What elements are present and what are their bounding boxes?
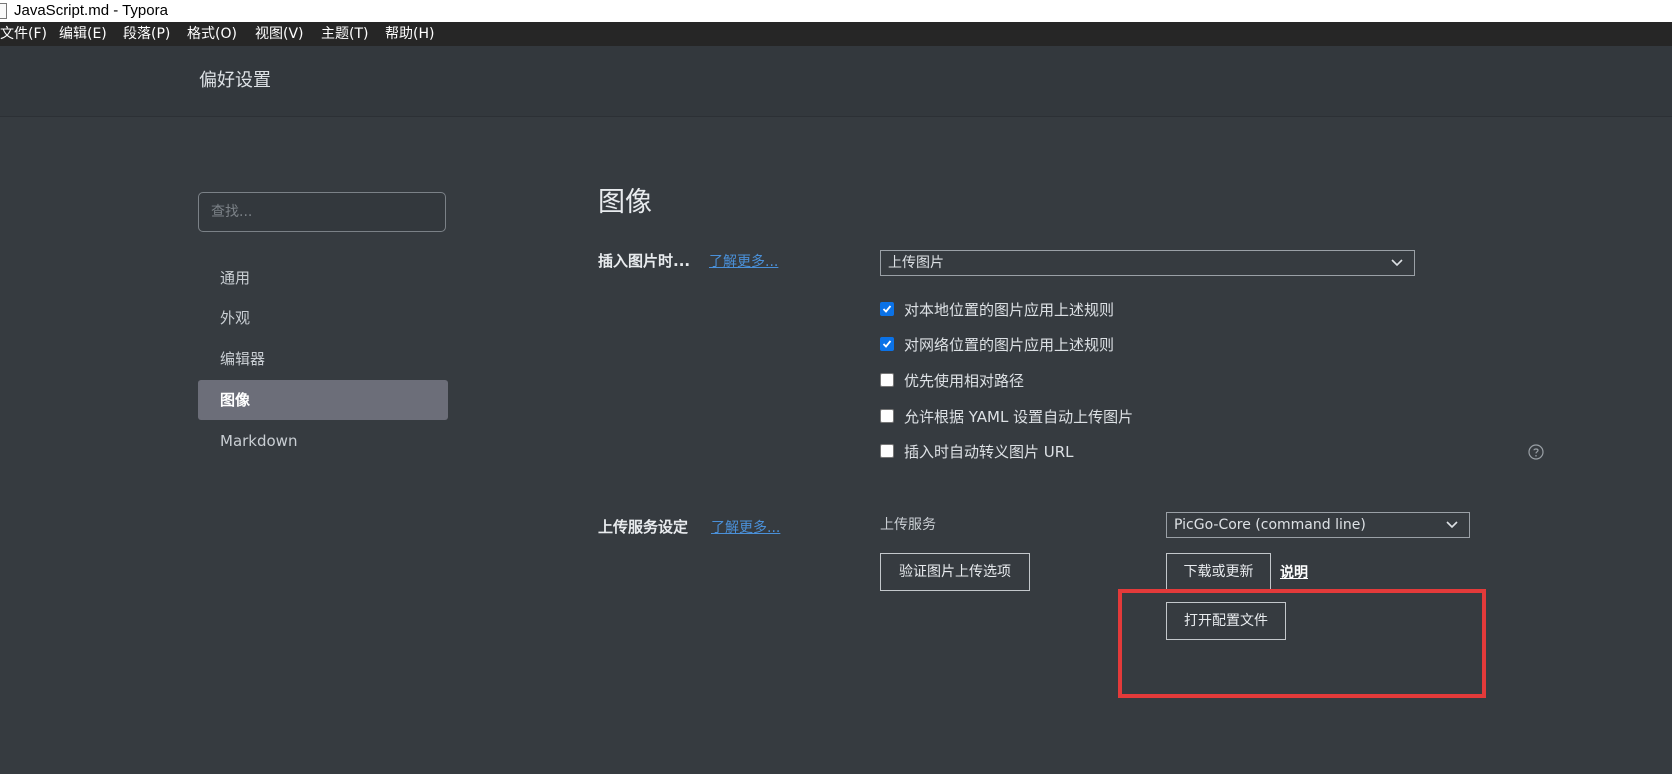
upload-settings-label: 上传服务设定 bbox=[598, 518, 689, 536]
menu-theme[interactable]: 主题(T) bbox=[321, 22, 368, 46]
verify-upload-button[interactable]: 验证图片上传选项 bbox=[880, 553, 1030, 591]
checkbox-checked[interactable] bbox=[880, 302, 894, 316]
sidebar-item[interactable]: 通用 bbox=[198, 258, 448, 298]
docs-link[interactable]: 说明 bbox=[1280, 562, 1308, 582]
section-title: 图像 bbox=[598, 187, 652, 218]
annotation-highlight-box bbox=[1118, 589, 1486, 698]
menu-bar: 文件(F) 编辑(E) 段落(P) 格式(O) 视图(V) 主题(T) 帮助(H… bbox=[0, 22, 1672, 46]
upload-learn-more-link[interactable]: 了解更多... bbox=[711, 517, 780, 537]
upload-service-label: 上传服务 bbox=[880, 517, 936, 533]
download-update-button[interactable]: 下载或更新 bbox=[1166, 553, 1271, 591]
menu-format[interactable]: 格式(O) bbox=[187, 22, 237, 46]
insert-learn-more-link[interactable]: 了解更多... bbox=[709, 251, 778, 271]
document-icon bbox=[0, 3, 7, 19]
preferences-header: 偏好设置 bbox=[0, 46, 1672, 117]
upload-service-value: PicGo-Core (command line) bbox=[1174, 517, 1366, 533]
upload-service-select[interactable]: PicGo-Core (command line) bbox=[1166, 512, 1470, 538]
chevron-down-icon bbox=[1446, 521, 1458, 529]
option-label: 对网络位置的图片应用上述规则 bbox=[904, 336, 1115, 354]
insert-action-select[interactable]: 上传图片 bbox=[880, 250, 1415, 276]
check-icon bbox=[882, 340, 892, 348]
insert-image-label: 插入图片时... bbox=[598, 252, 691, 270]
window-titlebar: JavaScript.md - Typora bbox=[0, 0, 1672, 22]
menu-file[interactable]: 文件(F) bbox=[0, 22, 47, 46]
sidebar-item[interactable]: Markdown bbox=[198, 421, 448, 461]
search-input[interactable]: 查找... bbox=[198, 192, 446, 232]
option-label: 优先使用相对路径 bbox=[904, 372, 1025, 390]
sidebar-item[interactable]: 编辑器 bbox=[198, 339, 448, 379]
option-label: 插入时自动转义图片 URL bbox=[904, 443, 1074, 461]
sidebar-item[interactable]: 图像 bbox=[198, 380, 448, 420]
checkbox[interactable] bbox=[880, 409, 894, 423]
checkbox[interactable] bbox=[880, 373, 894, 387]
option-label: 对本地位置的图片应用上述规则 bbox=[904, 301, 1115, 319]
help-icon[interactable] bbox=[1528, 444, 1544, 460]
menu-help[interactable]: 帮助(H) bbox=[385, 22, 434, 46]
checkbox[interactable] bbox=[880, 444, 894, 458]
menu-edit[interactable]: 编辑(E) bbox=[59, 22, 107, 46]
menu-view[interactable]: 视图(V) bbox=[255, 22, 304, 46]
chevron-down-icon bbox=[1391, 259, 1403, 267]
page-title: 偏好设置 bbox=[199, 70, 271, 91]
window-title: JavaScript.md - Typora bbox=[14, 2, 168, 19]
menu-paragraph[interactable]: 段落(P) bbox=[123, 22, 170, 46]
check-icon bbox=[882, 305, 892, 313]
checkbox-checked[interactable] bbox=[880, 337, 894, 351]
option-label: 允许根据 YAML 设置自动上传图片 bbox=[904, 408, 1134, 426]
sidebar-item[interactable]: 外观 bbox=[198, 298, 448, 338]
insert-action-value: 上传图片 bbox=[888, 255, 944, 271]
